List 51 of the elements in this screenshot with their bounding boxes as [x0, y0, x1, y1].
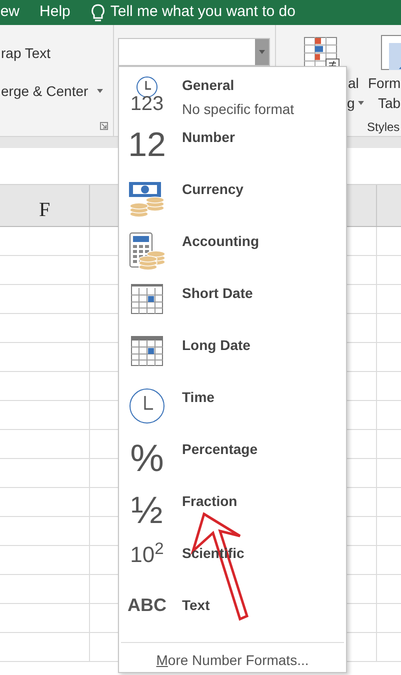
format-title: Text	[182, 596, 210, 615]
caret-icon[interactable]	[358, 101, 364, 105]
clock-icon	[136, 76, 158, 98]
format-option[interactable]: % Percentage	[119, 434, 346, 486]
calendar-icon	[131, 336, 163, 366]
format-title: General	[182, 76, 234, 95]
format-title: Number	[182, 128, 235, 147]
format-title: Currency	[182, 180, 244, 199]
format-title: Time	[182, 388, 214, 407]
dialog-launcher-icon[interactable]	[100, 122, 108, 130]
format-title: Accounting	[182, 232, 259, 251]
ribbon-tab[interactable]: Help	[40, 1, 70, 24]
format-option[interactable]: Accounting	[119, 226, 346, 278]
format-option[interactable]: Currency	[119, 174, 346, 226]
wrap-text-button[interactable]: rap Text	[1, 43, 51, 64]
icon-glyph: %	[130, 440, 164, 478]
clock-icon	[129, 388, 165, 424]
conditional-formatting-label[interactable]: g	[347, 93, 355, 114]
caret-icon	[259, 50, 265, 54]
calculator-coins-icon	[128, 232, 166, 270]
number-format-combobox[interactable]	[118, 38, 270, 66]
format-as-table-label[interactable]: Form	[368, 73, 401, 94]
more-number-formats-link[interactable]: More Number Formats...	[156, 650, 309, 671]
format-as-table-label[interactable]: Tab	[378, 93, 401, 114]
format-option[interactable]: ½ Fraction	[119, 486, 346, 538]
conditional-formatting-label[interactable]: al	[348, 73, 359, 94]
format-option[interactable]: Short Date	[119, 278, 346, 330]
banknote-coins-icon	[128, 180, 166, 218]
lightbulb-icon[interactable]	[90, 2, 106, 22]
icon-glyph: 12	[128, 128, 166, 162]
format-option[interactable]: Long Date	[119, 330, 346, 382]
format-option[interactable]: Time	[119, 382, 346, 434]
icon-glyph: ABC	[128, 596, 166, 614]
merge-center-button[interactable]: erge & Center	[1, 81, 88, 102]
tell-me-search[interactable]: Tell me what you want to do	[110, 1, 296, 24]
format-description: No specific format	[182, 100, 294, 119]
format-title: Short Date	[182, 284, 253, 303]
icon-glyph: ½	[131, 492, 163, 530]
format-title: Long Date	[182, 336, 250, 355]
caret-icon[interactable]	[97, 89, 103, 93]
ribbon-tab[interactable]: iew	[0, 1, 20, 24]
format-title: Fraction	[182, 492, 238, 511]
format-title: Percentage	[182, 440, 258, 459]
format-option[interactable]: 12 Number	[119, 122, 346, 174]
icon-glyph: 123	[130, 94, 164, 114]
format-option[interactable]: ABC Text	[119, 590, 346, 642]
format-option[interactable]: 123 General No specific format	[119, 70, 346, 122]
column-header[interactable]: F	[38, 194, 50, 224]
icon-glyph: 10$^{2}$	[130, 544, 164, 566]
styles-group-label: Styles	[367, 119, 400, 136]
calendar-icon	[131, 284, 163, 314]
